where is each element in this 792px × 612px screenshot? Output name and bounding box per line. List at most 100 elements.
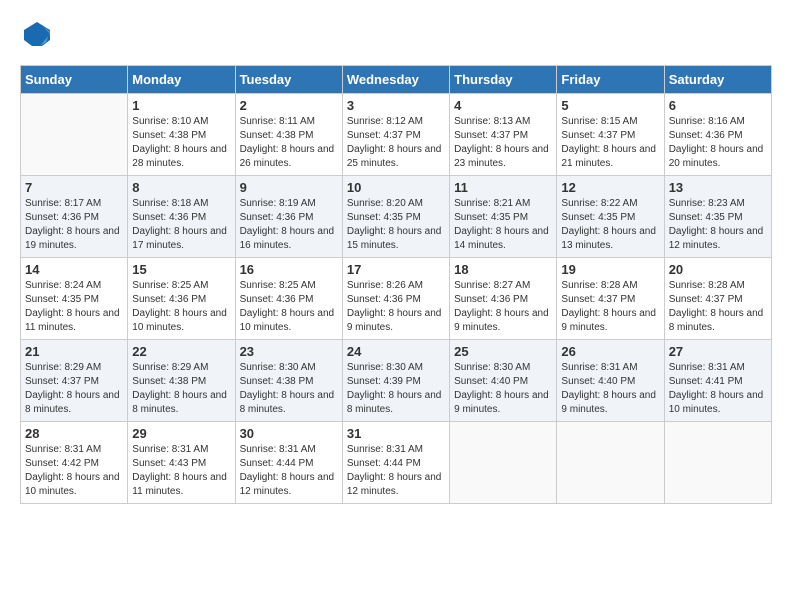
column-header-sunday: Sunday bbox=[21, 66, 128, 94]
day-info: Sunrise: 8:31 AM Sunset: 4:40 PM Dayligh… bbox=[561, 361, 659, 417]
day-info: Sunrise: 8:31 AM Sunset: 4:41 PM Dayligh… bbox=[669, 361, 767, 417]
calendar-cell: 29 Sunrise: 8:31 AM Sunset: 4:43 PM Dayl… bbox=[128, 422, 235, 504]
sunset-text: Sunset: 4:37 PM bbox=[669, 293, 767, 307]
daylight-text: Daylight: 8 hours and 23 minutes. bbox=[454, 143, 552, 171]
calendar-cell: 1 Sunrise: 8:10 AM Sunset: 4:38 PM Dayli… bbox=[128, 94, 235, 176]
calendar-cell: 9 Sunrise: 8:19 AM Sunset: 4:36 PM Dayli… bbox=[235, 176, 342, 258]
sunset-text: Sunset: 4:41 PM bbox=[669, 375, 767, 389]
sunset-text: Sunset: 4:35 PM bbox=[561, 211, 659, 225]
sunrise-text: Sunrise: 8:12 AM bbox=[347, 115, 445, 129]
calendar-cell: 6 Sunrise: 8:16 AM Sunset: 4:36 PM Dayli… bbox=[664, 94, 771, 176]
calendar-cell: 23 Sunrise: 8:30 AM Sunset: 4:38 PM Dayl… bbox=[235, 340, 342, 422]
day-number: 8 bbox=[132, 180, 230, 195]
daylight-text: Daylight: 8 hours and 8 minutes. bbox=[240, 389, 338, 417]
daylight-text: Daylight: 8 hours and 13 minutes. bbox=[561, 225, 659, 253]
day-info: Sunrise: 8:11 AM Sunset: 4:38 PM Dayligh… bbox=[240, 115, 338, 171]
day-info: Sunrise: 8:29 AM Sunset: 4:37 PM Dayligh… bbox=[25, 361, 123, 417]
sunset-text: Sunset: 4:35 PM bbox=[347, 211, 445, 225]
day-info: Sunrise: 8:28 AM Sunset: 4:37 PM Dayligh… bbox=[561, 279, 659, 335]
sunrise-text: Sunrise: 8:25 AM bbox=[240, 279, 338, 293]
daylight-text: Daylight: 8 hours and 9 minutes. bbox=[561, 389, 659, 417]
sunset-text: Sunset: 4:36 PM bbox=[240, 293, 338, 307]
sunrise-text: Sunrise: 8:10 AM bbox=[132, 115, 230, 129]
daylight-text: Daylight: 8 hours and 26 minutes. bbox=[240, 143, 338, 171]
column-header-thursday: Thursday bbox=[450, 66, 557, 94]
daylight-text: Daylight: 8 hours and 16 minutes. bbox=[240, 225, 338, 253]
calendar-table: SundayMondayTuesdayWednesdayThursdayFrid… bbox=[20, 65, 772, 504]
day-number: 4 bbox=[454, 98, 552, 113]
sunrise-text: Sunrise: 8:25 AM bbox=[132, 279, 230, 293]
sunset-text: Sunset: 4:44 PM bbox=[240, 457, 338, 471]
daylight-text: Daylight: 8 hours and 9 minutes. bbox=[454, 307, 552, 335]
daylight-text: Daylight: 8 hours and 8 minutes. bbox=[25, 389, 123, 417]
sunrise-text: Sunrise: 8:31 AM bbox=[669, 361, 767, 375]
day-number: 30 bbox=[240, 426, 338, 441]
day-info: Sunrise: 8:23 AM Sunset: 4:35 PM Dayligh… bbox=[669, 197, 767, 253]
calendar-cell: 25 Sunrise: 8:30 AM Sunset: 4:40 PM Dayl… bbox=[450, 340, 557, 422]
sunrise-text: Sunrise: 8:11 AM bbox=[240, 115, 338, 129]
calendar-cell: 28 Sunrise: 8:31 AM Sunset: 4:42 PM Dayl… bbox=[21, 422, 128, 504]
sunrise-text: Sunrise: 8:16 AM bbox=[669, 115, 767, 129]
calendar-cell: 7 Sunrise: 8:17 AM Sunset: 4:36 PM Dayli… bbox=[21, 176, 128, 258]
day-number: 28 bbox=[25, 426, 123, 441]
calendar-cell: 12 Sunrise: 8:22 AM Sunset: 4:35 PM Dayl… bbox=[557, 176, 664, 258]
daylight-text: Daylight: 8 hours and 10 minutes. bbox=[132, 307, 230, 335]
calendar-week-row: 7 Sunrise: 8:17 AM Sunset: 4:36 PM Dayli… bbox=[21, 176, 772, 258]
daylight-text: Daylight: 8 hours and 9 minutes. bbox=[561, 307, 659, 335]
day-info: Sunrise: 8:31 AM Sunset: 4:42 PM Dayligh… bbox=[25, 443, 123, 499]
sunrise-text: Sunrise: 8:27 AM bbox=[454, 279, 552, 293]
sunset-text: Sunset: 4:38 PM bbox=[132, 129, 230, 143]
day-number: 16 bbox=[240, 262, 338, 277]
column-header-tuesday: Tuesday bbox=[235, 66, 342, 94]
calendar-cell: 31 Sunrise: 8:31 AM Sunset: 4:44 PM Dayl… bbox=[342, 422, 449, 504]
sunrise-text: Sunrise: 8:28 AM bbox=[561, 279, 659, 293]
day-number: 20 bbox=[669, 262, 767, 277]
day-info: Sunrise: 8:25 AM Sunset: 4:36 PM Dayligh… bbox=[240, 279, 338, 335]
sunrise-text: Sunrise: 8:30 AM bbox=[240, 361, 338, 375]
sunrise-text: Sunrise: 8:20 AM bbox=[347, 197, 445, 211]
day-number: 11 bbox=[454, 180, 552, 195]
day-info: Sunrise: 8:27 AM Sunset: 4:36 PM Dayligh… bbox=[454, 279, 552, 335]
calendar-cell: 19 Sunrise: 8:28 AM Sunset: 4:37 PM Dayl… bbox=[557, 258, 664, 340]
sunrise-text: Sunrise: 8:21 AM bbox=[454, 197, 552, 211]
calendar-header-row: SundayMondayTuesdayWednesdayThursdayFrid… bbox=[21, 66, 772, 94]
day-info: Sunrise: 8:30 AM Sunset: 4:38 PM Dayligh… bbox=[240, 361, 338, 417]
daylight-text: Daylight: 8 hours and 11 minutes. bbox=[25, 307, 123, 335]
daylight-text: Daylight: 8 hours and 19 minutes. bbox=[25, 225, 123, 253]
sunset-text: Sunset: 4:35 PM bbox=[25, 293, 123, 307]
sunrise-text: Sunrise: 8:23 AM bbox=[669, 197, 767, 211]
column-header-saturday: Saturday bbox=[664, 66, 771, 94]
calendar-cell: 30 Sunrise: 8:31 AM Sunset: 4:44 PM Dayl… bbox=[235, 422, 342, 504]
calendar-cell bbox=[450, 422, 557, 504]
sunrise-text: Sunrise: 8:29 AM bbox=[132, 361, 230, 375]
day-number: 23 bbox=[240, 344, 338, 359]
day-number: 5 bbox=[561, 98, 659, 113]
day-info: Sunrise: 8:26 AM Sunset: 4:36 PM Dayligh… bbox=[347, 279, 445, 335]
calendar-cell: 15 Sunrise: 8:25 AM Sunset: 4:36 PM Dayl… bbox=[128, 258, 235, 340]
day-number: 14 bbox=[25, 262, 123, 277]
calendar-cell: 21 Sunrise: 8:29 AM Sunset: 4:37 PM Dayl… bbox=[21, 340, 128, 422]
day-info: Sunrise: 8:31 AM Sunset: 4:44 PM Dayligh… bbox=[240, 443, 338, 499]
day-info: Sunrise: 8:18 AM Sunset: 4:36 PM Dayligh… bbox=[132, 197, 230, 253]
sunrise-text: Sunrise: 8:31 AM bbox=[347, 443, 445, 457]
daylight-text: Daylight: 8 hours and 10 minutes. bbox=[25, 471, 123, 499]
sunset-text: Sunset: 4:39 PM bbox=[347, 375, 445, 389]
day-info: Sunrise: 8:10 AM Sunset: 4:38 PM Dayligh… bbox=[132, 115, 230, 171]
sunset-text: Sunset: 4:37 PM bbox=[347, 129, 445, 143]
day-number: 27 bbox=[669, 344, 767, 359]
sunset-text: Sunset: 4:36 PM bbox=[669, 129, 767, 143]
daylight-text: Daylight: 8 hours and 9 minutes. bbox=[347, 307, 445, 335]
day-info: Sunrise: 8:24 AM Sunset: 4:35 PM Dayligh… bbox=[25, 279, 123, 335]
calendar-cell: 13 Sunrise: 8:23 AM Sunset: 4:35 PM Dayl… bbox=[664, 176, 771, 258]
sunrise-text: Sunrise: 8:15 AM bbox=[561, 115, 659, 129]
sunset-text: Sunset: 4:36 PM bbox=[454, 293, 552, 307]
daylight-text: Daylight: 8 hours and 20 minutes. bbox=[669, 143, 767, 171]
calendar-cell bbox=[557, 422, 664, 504]
logo-icon bbox=[22, 20, 52, 50]
calendar-cell: 2 Sunrise: 8:11 AM Sunset: 4:38 PM Dayli… bbox=[235, 94, 342, 176]
sunrise-text: Sunrise: 8:18 AM bbox=[132, 197, 230, 211]
day-number: 24 bbox=[347, 344, 445, 359]
day-number: 26 bbox=[561, 344, 659, 359]
day-number: 12 bbox=[561, 180, 659, 195]
day-info: Sunrise: 8:28 AM Sunset: 4:37 PM Dayligh… bbox=[669, 279, 767, 335]
